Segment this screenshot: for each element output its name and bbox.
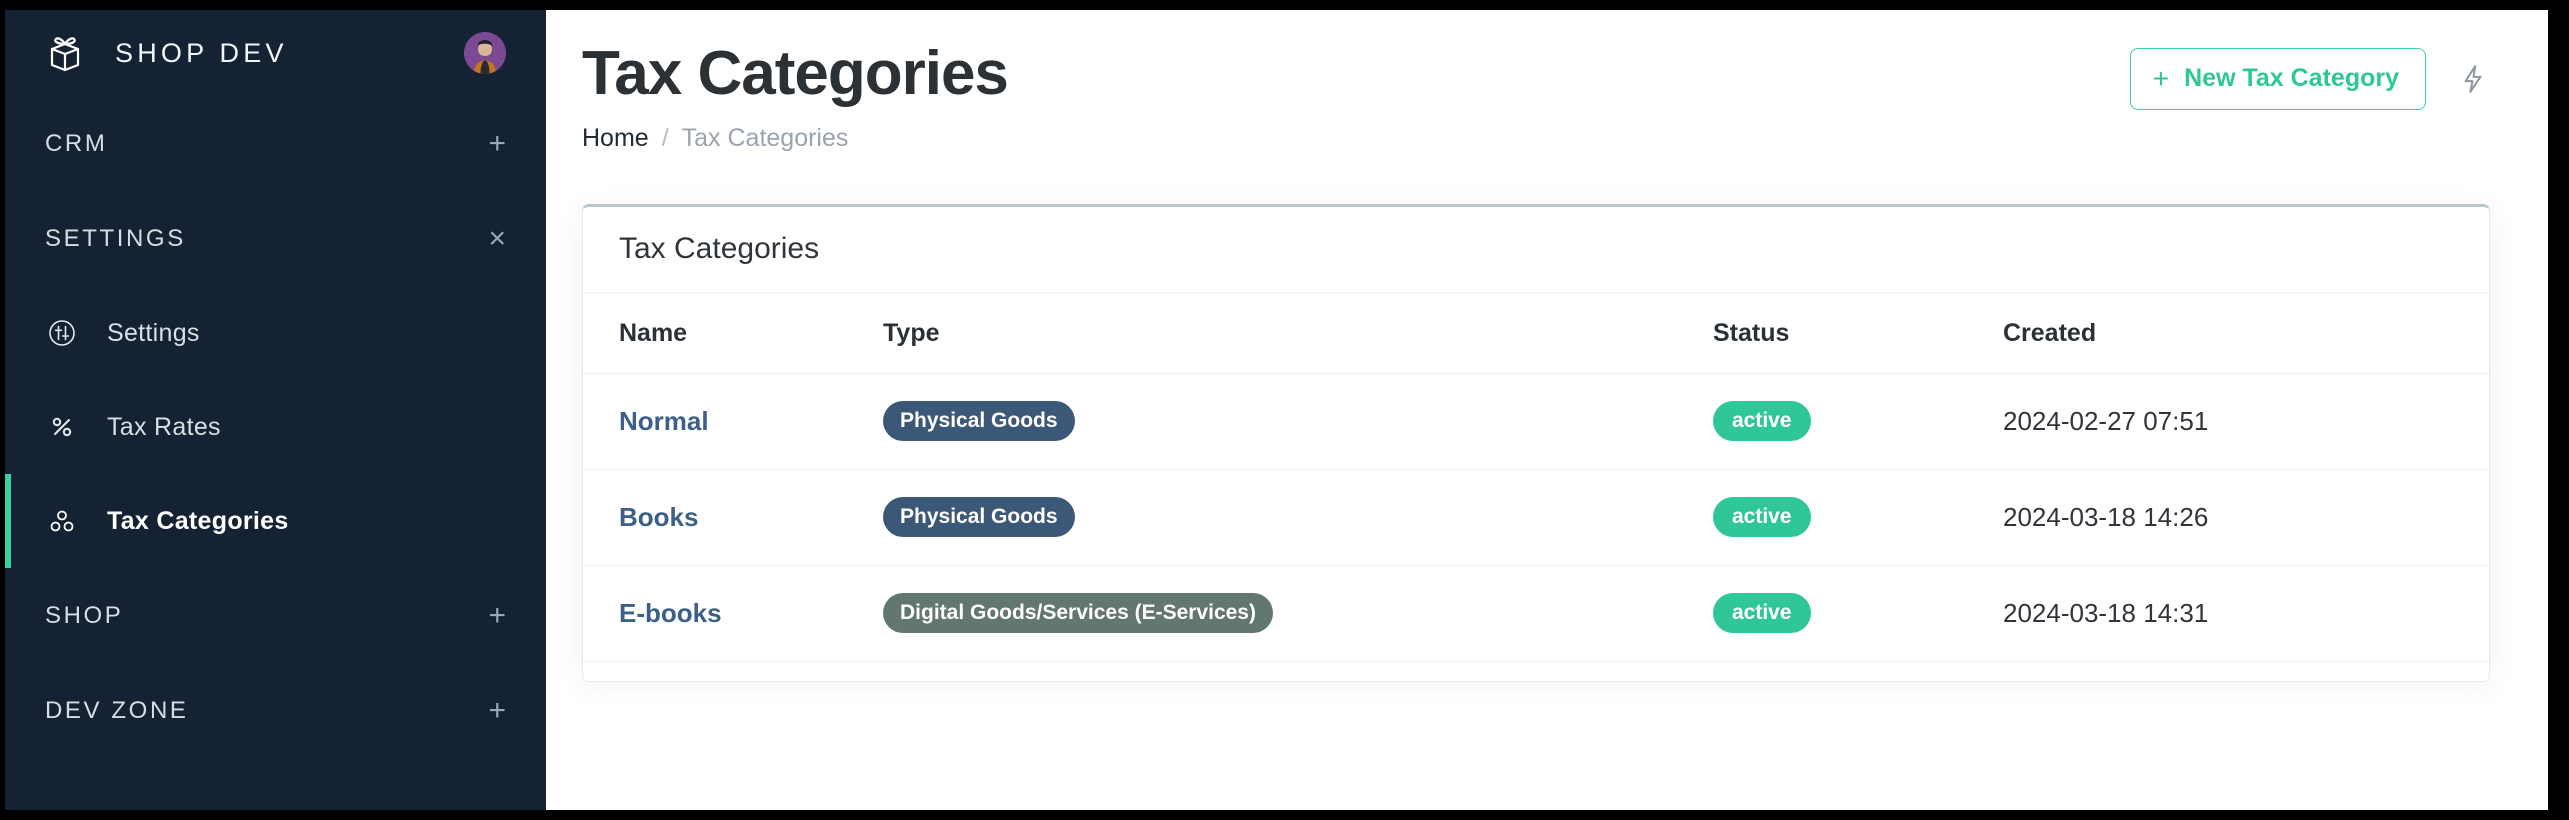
cell-created: 2024-02-27 07:51 xyxy=(2003,405,2209,436)
column-header-type[interactable]: Type xyxy=(883,293,1713,374)
cell-type: Digital Goods/Services (E-Services) xyxy=(883,565,1713,661)
table-row[interactable]: Normal Physical Goods active 2024-02-27 … xyxy=(583,373,2489,470)
status-badge: active xyxy=(1713,497,1811,538)
tax-category-link[interactable]: Books xyxy=(619,502,698,532)
cell-type: Physical Goods xyxy=(883,469,1713,565)
cell-status: active xyxy=(1713,469,2003,565)
table-body: Normal Physical Goods active 2024-02-27 … xyxy=(583,373,2489,662)
sidebar-section-label: SHOP xyxy=(45,601,124,629)
breadcrumb-home-link[interactable]: Home xyxy=(582,124,649,153)
sidebar-section-settings[interactable]: SETTINGS × xyxy=(5,191,546,286)
sidebar: SHOP DEV CRM + SETTINGS × Settings Tax R… xyxy=(5,10,546,810)
cell-name: E-books xyxy=(583,565,883,661)
app-window: SHOP DEV CRM + SETTINGS × Settings Tax R… xyxy=(5,10,2548,810)
avatar[interactable] xyxy=(464,32,506,74)
breadcrumb-current: Tax Categories xyxy=(681,123,849,152)
sidebar-section-label: CRM xyxy=(45,129,108,157)
page-header: Tax Categories Home / Tax Categories + N… xyxy=(582,10,2490,153)
sidebar-item-tax-rates[interactable]: Tax Rates xyxy=(5,380,546,474)
page-title: Tax Categories xyxy=(582,39,1009,108)
table-header-row: Name Type Status Created xyxy=(583,293,2489,374)
percent-icon xyxy=(45,410,79,444)
new-tax-category-label: New Tax Category xyxy=(2184,64,2399,92)
table-row[interactable]: E-books Digital Goods/Services (E-Servic… xyxy=(583,565,2489,662)
sidebar-section-crm[interactable]: CRM + xyxy=(5,96,546,191)
three-circles-icon xyxy=(45,504,79,538)
new-tax-category-button[interactable]: + New Tax Category xyxy=(2129,48,2426,110)
brand-name: SHOP DEV xyxy=(115,37,288,68)
tax-categories-table: Name Type Status Created Normal Physical… xyxy=(583,293,2489,662)
breadcrumb: Home / Tax Categories xyxy=(582,124,2130,153)
cell-name: Normal xyxy=(583,373,883,469)
sidebar-item-tax-categories[interactable]: Tax Categories xyxy=(5,474,546,568)
page-header-actions: + New Tax Category xyxy=(2129,38,2490,110)
cell-type: Physical Goods xyxy=(883,373,1713,469)
close-icon[interactable]: × xyxy=(488,223,506,254)
sidebar-section-dev-zone[interactable]: DEV ZONE + xyxy=(5,663,546,758)
breadcrumb-separator: / xyxy=(661,123,669,152)
table-head: Name Type Status Created xyxy=(583,293,2489,374)
plus-icon[interactable]: + xyxy=(488,600,506,631)
sidebar-section-label: DEV ZONE xyxy=(45,696,189,724)
plus-icon: + xyxy=(2152,62,2170,94)
tax-category-link[interactable]: E-books xyxy=(619,598,722,628)
cell-name: Books xyxy=(583,469,883,565)
sidebar-item-label: Tax Categories xyxy=(107,506,289,535)
main-content: Tax Categories Home / Tax Categories + N… xyxy=(546,10,2548,810)
page-header-left: Tax Categories Home / Tax Categories xyxy=(582,38,2130,153)
cell-status: active xyxy=(1713,373,2003,469)
card-header: Tax Categories xyxy=(583,207,2489,293)
type-badge: Physical Goods xyxy=(883,497,1075,538)
status-badge: active xyxy=(1713,401,1811,442)
sliders-circle-icon xyxy=(45,316,79,350)
cell-created: 2024-03-18 14:31 xyxy=(2003,597,2209,628)
tax-categories-card: Tax Categories Name Type Status Created … xyxy=(582,203,2490,682)
type-badge: Physical Goods xyxy=(883,401,1075,442)
column-header-name[interactable]: Name xyxy=(583,293,883,374)
card-title: Tax Categories xyxy=(619,232,820,266)
sidebar-item-label: Settings xyxy=(107,318,200,347)
column-header-status[interactable]: Status xyxy=(1713,293,2003,374)
cell-status: active xyxy=(1713,565,2003,661)
sidebar-section-label: SETTINGS xyxy=(45,224,186,252)
sidebar-brand[interactable]: SHOP DEV xyxy=(5,10,546,96)
column-header-created[interactable]: Created xyxy=(2003,293,2489,374)
lightning-bolt-icon[interactable] xyxy=(2456,59,2490,99)
sidebar-item-label: Tax Rates xyxy=(107,412,221,441)
gift-box-icon xyxy=(43,31,87,75)
plus-icon[interactable]: + xyxy=(488,128,506,159)
cell-created: 2024-03-18 14:26 xyxy=(2003,501,2209,532)
status-badge: active xyxy=(1713,593,1811,634)
sidebar-section-shop[interactable]: SHOP + xyxy=(5,568,546,663)
sidebar-item-settings[interactable]: Settings xyxy=(5,286,546,380)
plus-icon[interactable]: + xyxy=(488,695,506,726)
table-row[interactable]: Books Physical Goods active 2024-03-18 1… xyxy=(583,469,2489,566)
tax-category-link[interactable]: Normal xyxy=(619,406,709,436)
type-badge: Digital Goods/Services (E-Services) xyxy=(883,593,1273,634)
